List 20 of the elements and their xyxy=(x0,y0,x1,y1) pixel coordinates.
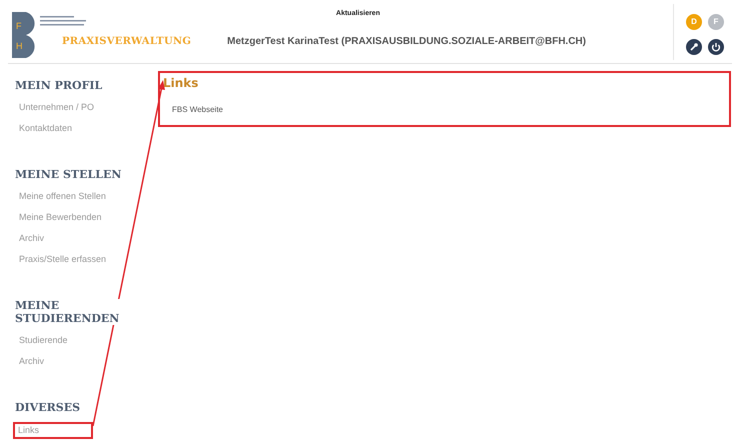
language-button[interactable]: D xyxy=(686,14,702,30)
app-title: PRAXISVERWALTUNG xyxy=(62,34,192,48)
sidebar-link[interactable]: Links xyxy=(13,422,93,439)
sidebar-link[interactable]: Meine offenen Stellen xyxy=(15,189,150,210)
power-icon[interactable] xyxy=(708,39,724,55)
user-name: MetzgerTest KarinaTest (PRAXISAUSBILDUNG.SOZIALE-ARBEIT@BFH.CH) xyxy=(227,34,586,48)
section-heading: MEINE STELLEN xyxy=(15,168,122,181)
panel-title: Links xyxy=(163,75,200,92)
sidebar-link[interactable]: Archiv xyxy=(15,231,150,252)
website-link[interactable]: FBS Webseite xyxy=(172,104,729,116)
language-button[interactable]: F xyxy=(708,14,724,30)
sidebar-link[interactable]: Studierende xyxy=(15,333,150,354)
wrench-icon[interactable] xyxy=(686,39,702,55)
section-heading: MEIN PROFIL xyxy=(15,79,102,92)
sidebar-link[interactable]: Archiv xyxy=(15,354,150,375)
sidebar-link[interactable]: Kontaktdaten xyxy=(15,121,150,142)
sidebar-link[interactable]: Unternehmen / PO xyxy=(15,100,150,121)
sidebar-link[interactable]: Praxis/Stelle erfassen xyxy=(15,252,150,273)
sidebar-link[interactable]: Meine Bewerbenden xyxy=(15,210,150,231)
section-heading: DIVERSES xyxy=(15,401,80,414)
